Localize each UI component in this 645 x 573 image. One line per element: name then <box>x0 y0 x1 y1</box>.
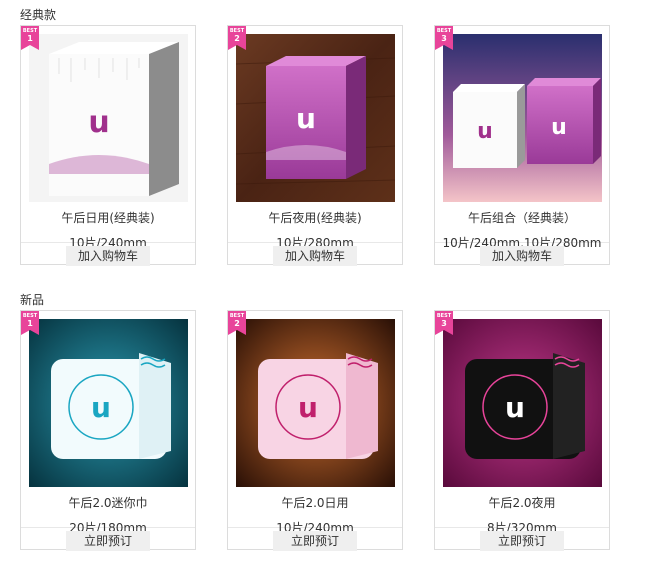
svg-text:u: u <box>298 391 318 424</box>
add-to-cart-button[interactable]: 加入购物车 <box>480 246 564 266</box>
product-image[interactable]: u <box>236 34 395 202</box>
svg-text:u: u <box>296 102 316 135</box>
product-name[interactable]: 午后2.0夜用 <box>435 494 609 511</box>
product-image[interactable]: u <box>29 319 188 487</box>
ribbon-badge-icon: BEST 3 <box>435 311 453 335</box>
section-title: 新品 <box>20 293 45 307</box>
badge-rank: 1 <box>27 34 33 43</box>
add-to-cart-button[interactable]: 加入购物车 <box>66 246 150 266</box>
product-card[interactable]: u BEST 1 午后日用(经典装) 10片/240mm 加入购物车 <box>20 25 196 266</box>
svg-text:u: u <box>551 115 567 140</box>
product-card[interactable]: u BEST 3 午后2.0夜用 8片/320mm 立即预订 <box>434 310 610 551</box>
product-name[interactable]: 午后夜用(经典装) <box>228 209 402 226</box>
svg-text:u: u <box>91 391 111 424</box>
ribbon-badge-icon: BEST 1 <box>21 26 39 50</box>
product-name[interactable]: 午后2.0日用 <box>228 494 402 511</box>
ribbon-badge-icon: BEST 2 <box>228 26 246 50</box>
product-card[interactable]: u BEST 2 午后夜用(经典装) 10片/280mm 加入购物车 <box>227 25 403 266</box>
product-name[interactable]: 午后组合（经典装） <box>435 209 609 226</box>
ribbon-badge-icon: BEST 2 <box>228 311 246 335</box>
preorder-button[interactable]: 立即预订 <box>66 531 150 551</box>
product-image[interactable]: u u <box>443 34 602 202</box>
ribbon-badge-icon: BEST 3 <box>435 26 453 50</box>
badge-rank: 3 <box>441 34 447 43</box>
svg-text:u: u <box>477 119 493 144</box>
product-image[interactable]: u <box>29 34 188 202</box>
svg-text:u: u <box>88 105 109 140</box>
product-name[interactable]: 午后日用(经典装) <box>21 209 195 226</box>
section-title: 经典款 <box>20 8 57 22</box>
badge-rank: 2 <box>234 319 240 328</box>
badge-rank: 1 <box>27 319 33 328</box>
add-to-cart-button[interactable]: 加入购物车 <box>273 246 357 266</box>
product-image[interactable]: u <box>443 319 602 487</box>
badge-rank: 2 <box>234 34 240 43</box>
product-card[interactable]: u BEST 2 午后2.0日用 10片/240mm 立即预订 <box>227 310 403 551</box>
product-name[interactable]: 午后2.0迷你巾 <box>21 494 195 511</box>
product-card[interactable]: u u BEST 3 午后组合（经典装） 10片/240mm,10片/280mm… <box>434 25 610 266</box>
badge-rank: 3 <box>441 319 447 328</box>
ribbon-badge-icon: BEST 1 <box>21 311 39 335</box>
svg-text:u: u <box>505 391 525 424</box>
preorder-button[interactable]: 立即预订 <box>273 531 357 551</box>
product-card[interactable]: u BEST 1 午后2.0迷你巾 20片/180mm 立即预订 <box>20 310 196 551</box>
preorder-button[interactable]: 立即预订 <box>480 531 564 551</box>
product-image[interactable]: u <box>236 319 395 487</box>
